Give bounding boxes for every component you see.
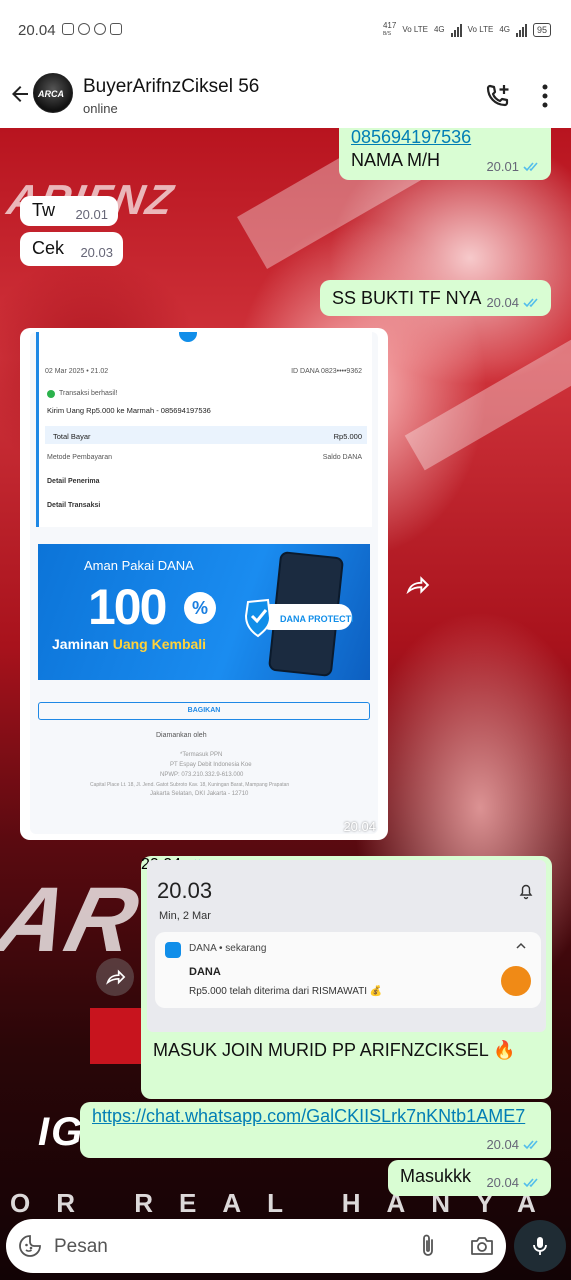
lockscreen-time: 20.03	[157, 878, 213, 903]
notification-screenshot[interactable]: 20.03 Min, 2 Mar DANA • sekarang DANA Rp…	[147, 860, 546, 1032]
secured-by: Diamankan oleh	[156, 732, 207, 739]
status-right: 417 B/S Vo LTE 4G Vo LTE 4G 95	[383, 22, 551, 38]
messenger-icon	[94, 23, 106, 35]
footer-npwp: NPWP: 073.210.332.9-613.000	[160, 772, 244, 778]
contact-avatar[interactable]: ARCA	[33, 73, 73, 113]
message-text: NAMA M/H	[351, 150, 441, 170]
method-value: Saldo DANA	[322, 454, 362, 461]
dana-receipt-image[interactable]: 02 Mar 2025 • 21.02 ID DANA 0823••••9362…	[30, 332, 378, 834]
notification-title: DANA	[189, 966, 221, 978]
mic-button[interactable]	[514, 1220, 566, 1272]
lockscreen-date: Min, 2 Mar	[159, 910, 211, 922]
more-options-icon[interactable]	[534, 82, 556, 110]
footer-company: PT Espay Debit Indonesia Koe	[170, 762, 252, 768]
wallpaper-text: AR	[0, 869, 150, 971]
notification-icons	[62, 23, 122, 35]
message-meta: 20.01	[75, 207, 108, 222]
chat-area[interactable]: ARIFNZ AR IG OR REAL HANYA DI I 08569419…	[0, 128, 571, 1280]
footer-address: Capital Place Lt. 18, Jl. Jend. Gatot Su…	[90, 782, 290, 788]
message-bubble[interactable]: SS BUKTI TF NYA 20.04	[320, 280, 551, 316]
read-receipt-icon	[523, 298, 538, 308]
message-text[interactable]: 085694197536	[351, 128, 471, 148]
sim1-network: 4G	[433, 25, 445, 34]
read-receipt-icon	[523, 1178, 538, 1188]
sim2-label: Vo LTE	[467, 25, 494, 34]
dana-protection-badge: DANA PROTECTION	[244, 598, 354, 638]
message-text: Cek	[32, 238, 65, 258]
instagram-icon	[62, 23, 74, 35]
share-button[interactable]: BAGIKAN	[38, 702, 370, 720]
signal-icon	[515, 23, 527, 37]
microphone-icon	[533, 1237, 547, 1255]
receipt-status: Transaksi berhasil!	[59, 390, 118, 397]
notification-body: Rp5.000 telah diterima dari RISMAWATI 💰	[189, 986, 383, 997]
success-check-icon	[47, 390, 55, 398]
message-input-bar: Pesan	[6, 1219, 506, 1273]
svg-text:DANA PROTECTION: DANA PROTECTION	[280, 614, 354, 624]
read-receipt-icon	[523, 162, 538, 172]
message-input[interactable]: Pesan	[54, 1236, 108, 1258]
forward-icon[interactable]	[398, 566, 436, 604]
message-bubble[interactable]: Masukkk 20.04	[388, 1160, 551, 1196]
receipt-date: 02 Mar 2025 • 21.02	[45, 368, 109, 375]
message-meta: 20.03	[80, 245, 113, 260]
notification-app: DANA • sekarang	[189, 943, 267, 954]
total-value: Rp5.000	[333, 432, 362, 441]
message-meta: 20.04	[486, 1137, 541, 1152]
emoji-icon[interactable]	[18, 1234, 42, 1258]
add-call-icon[interactable]	[484, 82, 512, 110]
total-row	[45, 426, 367, 444]
camera-icon[interactable]	[469, 1234, 495, 1258]
image-message[interactable]: 20.03 Min, 2 Mar DANA • sekarang DANA Rp…	[141, 856, 552, 1099]
message-bubble[interactable]: Cek 20.03	[20, 232, 123, 266]
message-caption: MASUK JOIN MURID PP ARIFNZCIKSEL 🔥	[153, 1040, 516, 1060]
contact-status: online	[83, 101, 118, 116]
message-meta: 20.04	[486, 1175, 541, 1190]
status-time: 20.04	[18, 22, 56, 39]
read-receipt-icon	[523, 1140, 538, 1150]
footer-note: *Termasuk PPN	[180, 752, 223, 758]
message-bubble[interactable]: https://chat.whatsapp.com/GalCKIISLrk7nK…	[80, 1102, 551, 1158]
receipt-description: Kirim Uang Rp5.000 ke Marmah - 085694197…	[47, 406, 211, 415]
image-message[interactable]: 02 Mar 2025 • 21.02 ID DANA 0823••••9362…	[20, 328, 388, 840]
message-text: SS BUKTI TF NYA	[332, 288, 482, 308]
message-text: Tw	[32, 200, 56, 220]
chevron-up-icon	[516, 942, 526, 949]
recipient-detail: Detail Penerima	[47, 478, 100, 485]
back-arrow-icon[interactable]	[8, 82, 32, 106]
forward-icon[interactable]	[96, 958, 134, 996]
status-bar: 20.04 417 B/S Vo LTE 4G Vo LTE 4G 95	[0, 0, 571, 62]
sim2-network: 4G	[499, 25, 510, 34]
battery-icon: 95	[532, 23, 551, 37]
signal-icon	[450, 23, 462, 37]
message-bubble[interactable]: 085694197536 NAMA M/H 20.01	[339, 128, 551, 180]
bell-icon	[519, 884, 533, 900]
message-text: Masukkk	[400, 1166, 472, 1186]
sim1-label: Vo LTE	[402, 25, 428, 34]
app-icon	[110, 23, 122, 35]
chat-header: ARCA BuyerArifnzCiksel 56 online	[0, 62, 571, 128]
net-speed: 417 B/S	[382, 21, 397, 38]
dana-logo-icon	[179, 332, 197, 342]
message-meta: 20.01	[486, 159, 541, 174]
wallpaper-slash	[404, 325, 571, 471]
whatsapp-icon	[78, 23, 90, 35]
receipt-id: ID DANA 0823••••9362	[291, 368, 362, 375]
message-meta: 20.04	[486, 295, 541, 310]
message-bubble[interactable]: Tw 20.01	[20, 196, 118, 226]
dana-app-icon	[165, 942, 181, 958]
contact-name[interactable]: BuyerArifnzCiksel 56	[83, 76, 259, 98]
receipt-card: 02 Mar 2025 • 21.02 ID DANA 0823••••9362…	[36, 332, 372, 527]
attachment-icon[interactable]	[418, 1233, 438, 1259]
sender-avatar-icon	[501, 966, 531, 996]
group-invite-link[interactable]: https://chat.whatsapp.com/GalCKIISLrk7nK…	[92, 1106, 542, 1127]
method-label: Metode Pembayaran	[47, 454, 112, 461]
dana-promo-banner: Aman Pakai DANA 100 % Jaminan Uang Kemba…	[38, 544, 370, 680]
message-time: 20.04	[343, 819, 376, 834]
footer-city: Jakarta Selatan, DKI Jakarta - 12710	[150, 791, 249, 797]
total-label: Total Bayar	[53, 432, 91, 441]
transaction-detail: Detail Transaksi	[47, 502, 101, 509]
wallpaper-text: IG	[38, 1110, 85, 1154]
notification-card: DANA • sekarang DANA Rp5.000 telah diter…	[155, 932, 541, 1008]
